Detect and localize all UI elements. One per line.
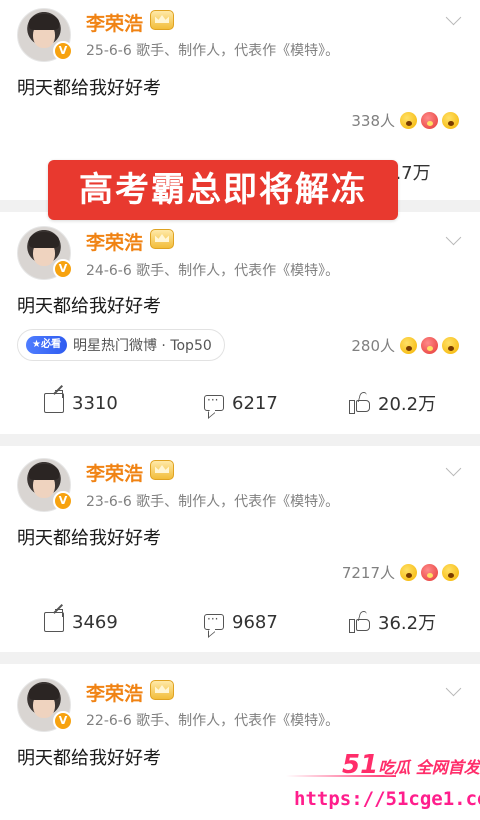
- post-meta: 25-6-6 歌手、制作人，代表作《模特》。: [86, 43, 340, 59]
- repost-count: 3469: [72, 611, 118, 633]
- comment-icon: [204, 612, 224, 630]
- chevron-down-icon[interactable]: [446, 14, 462, 30]
- laugh-emoji-icon: [441, 111, 460, 130]
- surprised-emoji-icon: [399, 336, 418, 355]
- repost-button[interactable]: 3469: [44, 602, 118, 642]
- vip-crown-icon: [150, 460, 174, 480]
- headline-banner: 高考霸总即将解冻: [48, 160, 398, 220]
- watermark-brand-text: 吃瓜 全网首发: [378, 758, 480, 777]
- post-meta: 24-6-6 歌手、制作人，代表作《模特》。: [86, 263, 340, 279]
- comment-count: 9687: [232, 611, 278, 633]
- verified-icon: V: [53, 491, 73, 511]
- verified-icon: V: [53, 711, 73, 731]
- post-meta: 22-6-6 歌手、制作人，代表作《模特》。: [86, 713, 340, 729]
- chevron-down-icon[interactable]: [446, 685, 462, 701]
- comment-icon: [204, 393, 224, 411]
- author-name[interactable]: 李荣浩: [86, 459, 143, 486]
- like-count: 20.2万: [378, 394, 437, 415]
- post-text: 明天都给我好好考: [17, 748, 161, 769]
- reaction-summary[interactable]: 280人: [351, 335, 460, 356]
- like-button[interactable]: 36.2万: [349, 602, 437, 642]
- repost-icon: [44, 609, 64, 632]
- post-text: 明天都给我好好考: [17, 296, 161, 317]
- must-see-badge: ★必看: [26, 336, 67, 354]
- post-separator: [0, 434, 480, 446]
- author-name[interactable]: 李荣浩: [86, 679, 143, 706]
- thumbs-up-icon: [349, 619, 370, 633]
- vip-crown-icon: [150, 680, 174, 700]
- watermark-brand: 51吃瓜 全网首发: [342, 750, 480, 780]
- action-bar: 3469 9687 36.2万: [0, 602, 480, 642]
- post-2: V 李荣浩 24-6-6 歌手、制作人，代表作《模特》。 明天都给我好好考 ★必…: [0, 212, 480, 434]
- kiss-emoji-icon: [420, 336, 439, 355]
- verified-icon: V: [53, 259, 73, 279]
- reaction-count: 7217人: [341, 564, 395, 582]
- chevron-down-icon[interactable]: [446, 234, 462, 250]
- vip-crown-icon: [150, 10, 174, 30]
- surprised-emoji-icon: [399, 563, 418, 582]
- comment-button[interactable]: 6217: [204, 383, 278, 423]
- author-name[interactable]: 李荣浩: [86, 9, 143, 36]
- reaction-summary[interactable]: 7217人: [342, 562, 460, 583]
- post-text: 明天都给我好好考: [17, 78, 161, 99]
- like-count: 36.2万: [378, 613, 437, 634]
- laugh-emoji-icon: [441, 563, 460, 582]
- watermark-url: https://51cge1.com: [294, 788, 480, 810]
- vip-crown-icon: [150, 229, 174, 249]
- post-meta: 23-6-6 歌手、制作人，代表作《模特》。: [86, 494, 340, 510]
- author-name[interactable]: 李荣浩: [86, 228, 143, 255]
- comment-count: 6217: [232, 392, 278, 414]
- reaction-count: 280人: [351, 337, 395, 355]
- reaction-count: 338人: [351, 112, 395, 130]
- comment-button[interactable]: 9687: [204, 602, 278, 642]
- chevron-down-icon[interactable]: [446, 465, 462, 481]
- post-3: V 李荣浩 23-6-6 歌手、制作人，代表作《模特》。 明天都给我好好考 72…: [0, 446, 480, 652]
- repost-icon: [44, 390, 64, 413]
- repost-count: 3310: [72, 392, 118, 414]
- surprised-emoji-icon: [399, 111, 418, 130]
- laugh-emoji-icon: [441, 336, 460, 355]
- hot-weibo-tag[interactable]: ★必看 明星热门微博 · Top50: [17, 329, 225, 361]
- reaction-summary[interactable]: 338人: [351, 110, 460, 131]
- kiss-emoji-icon: [420, 563, 439, 582]
- verified-icon: V: [53, 41, 73, 61]
- repost-button[interactable]: 3310: [44, 383, 118, 423]
- watermark-brand-number: 51: [342, 750, 379, 780]
- like-button[interactable]: 20.2万: [349, 383, 437, 423]
- post-text: 明天都给我好好考: [17, 528, 161, 549]
- post-separator: [0, 652, 480, 664]
- hot-tag-label: 明星热门微博 · Top50: [72, 338, 212, 354]
- kiss-emoji-icon: [420, 111, 439, 130]
- thumbs-up-icon: [349, 400, 370, 414]
- action-bar: 3310 6217 20.2万: [0, 383, 480, 423]
